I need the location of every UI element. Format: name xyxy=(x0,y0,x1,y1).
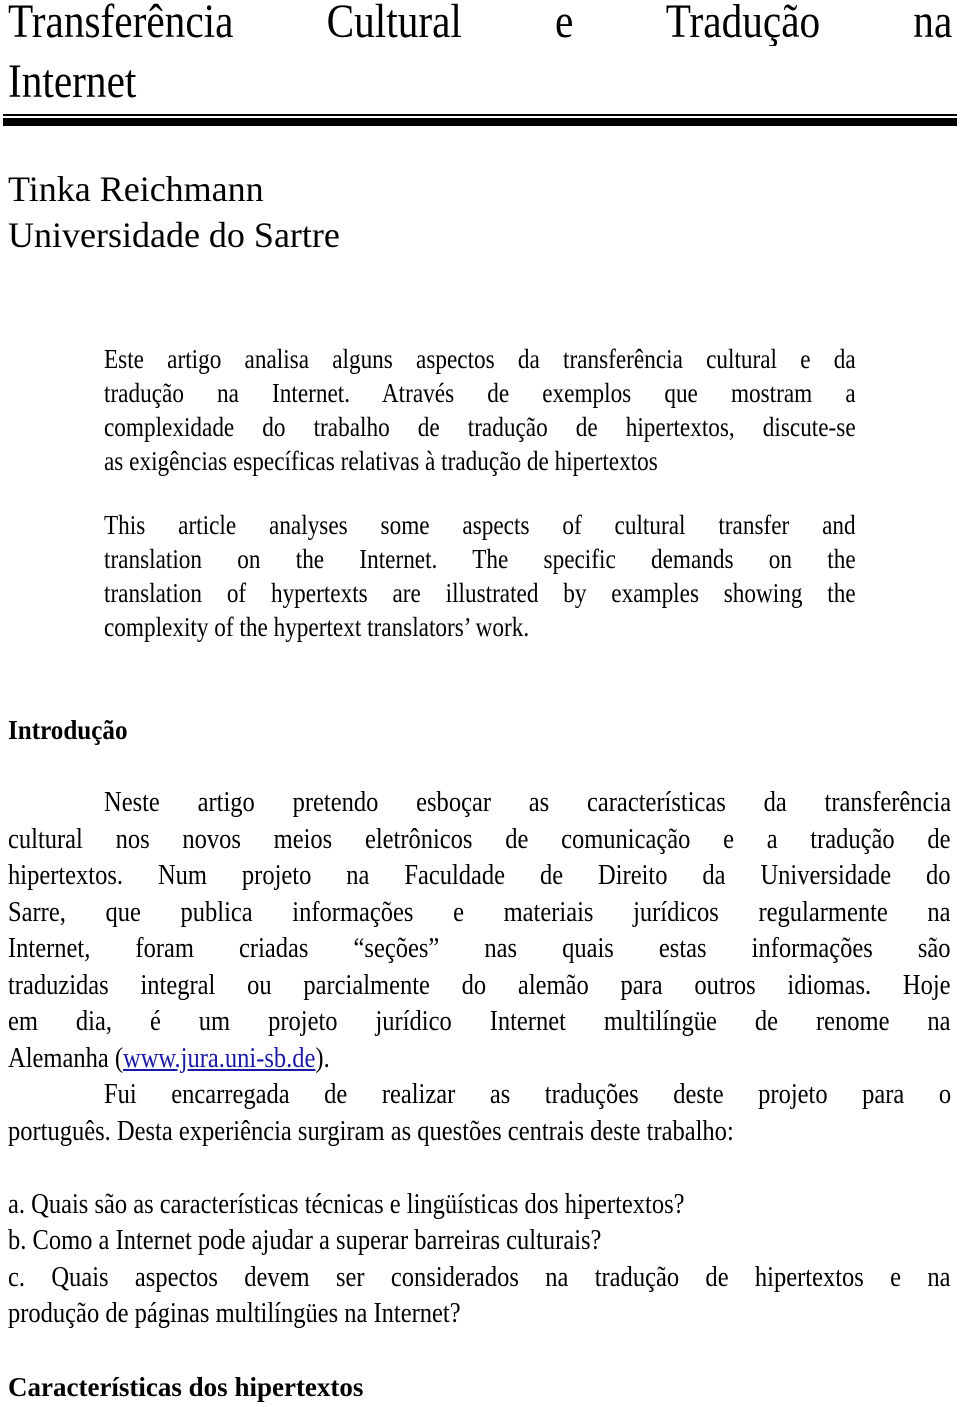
abstract-pt-line: as exigências específicas relativas à tr… xyxy=(104,446,658,476)
title-rule-thick xyxy=(3,118,957,126)
question-item-c-continued: produção de páginas multilíngües na Inte… xyxy=(8,1298,461,1329)
abstract-pt-line: Este artigo analisa alguns aspectos da t… xyxy=(104,344,856,374)
abstract-pt-line: complexidade do trabalho de tradução de … xyxy=(104,412,856,442)
document-title-line-1: Transferência Cultural e Tradução na xyxy=(8,0,953,46)
abstract-pt-line: tradução na Internet. Através de exemplo… xyxy=(104,378,856,408)
abstract-en-line: translation of hypertexts are illustrate… xyxy=(104,578,856,608)
author-affiliation: Universidade do Sartre xyxy=(8,215,340,255)
body-line: hipertextos. Num projeto na Faculdade de… xyxy=(8,860,951,891)
body-line: português. Desta experiência surgiram as… xyxy=(8,1116,734,1147)
body-line: Fui encarregada de realizar as traduções… xyxy=(104,1079,952,1110)
title-rule-thin xyxy=(3,114,957,116)
section-heading-introducao: Introdução xyxy=(8,715,128,745)
body-text: Alemanha ( xyxy=(8,1043,124,1074)
question-item-a: a. Quais são as características técnicas… xyxy=(8,1189,685,1220)
question-item-b: b. Como a Internet pode ajudar a superar… xyxy=(8,1225,602,1256)
body-line: Sarre, que publica informações e materia… xyxy=(8,897,951,928)
body-line: Neste artigo pretendo esboçar as caracte… xyxy=(104,787,952,818)
author-name: Tinka Reichmann xyxy=(8,169,264,209)
jura-website-link[interactable]: www.jura.uni-sb.de xyxy=(123,1043,315,1074)
question-item-c: c. Quais aspectos devem ser considerados… xyxy=(8,1262,951,1293)
body-text: ). xyxy=(315,1043,330,1074)
document-title-line-2: Internet xyxy=(8,55,137,108)
body-line: em dia, é um projeto jurídico Internet m… xyxy=(8,1006,951,1037)
abstract-en-line: This article analyses some aspects of cu… xyxy=(104,510,856,540)
abstract-en-line: translation on the Internet. The specifi… xyxy=(104,544,856,574)
abstract-en-line: complexity of the hypertext translators’… xyxy=(104,612,530,642)
body-line-with-link: Alemanha (www.jura.uni-sb.de). xyxy=(8,1041,330,1077)
section-heading-caracteristicas: Características dos hipertextos xyxy=(8,1372,364,1402)
body-line: Internet, foram criadas “seções” nas qua… xyxy=(8,933,951,964)
body-line: traduzidas integral ou parcialmente do a… xyxy=(8,970,951,1001)
body-line: cultural nos novos meios eletrônicos de … xyxy=(8,824,951,855)
